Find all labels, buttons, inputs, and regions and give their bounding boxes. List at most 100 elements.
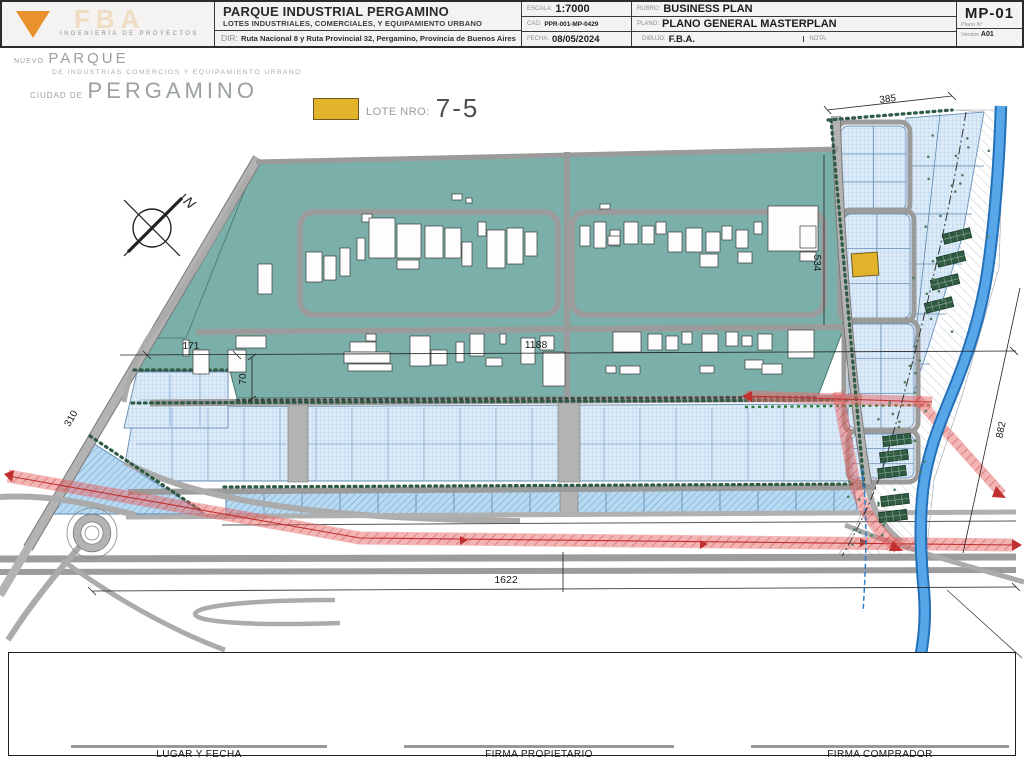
hedge-line	[744, 403, 933, 409]
lot-color-swatch	[313, 98, 359, 120]
lot-legend-label: LOTE NRO:	[366, 106, 430, 118]
building	[361, 213, 373, 223]
lot-division-lines	[136, 374, 845, 513]
building	[593, 221, 607, 249]
version-field: Version A01	[957, 28, 1022, 46]
building	[539, 335, 555, 351]
building	[455, 341, 465, 363]
signature-line	[751, 745, 1009, 748]
building	[623, 221, 639, 245]
building	[542, 351, 566, 387]
dimension-labels: 385 534 1188 171 70 310 882 1622	[63, 93, 1009, 586]
industrial-zone	[136, 148, 844, 399]
building	[235, 335, 267, 349]
signature-caption-place-date: LUGAR Y FECHA	[156, 749, 242, 760]
signature-block: LUGAR Y FECHA FIRMA PROPIETARIO FIRMA CO…	[8, 652, 1016, 760]
rubro-field: RUBRO: BUSINESS PLAN	[632, 2, 956, 17]
building	[737, 251, 753, 264]
tree-grove	[879, 448, 909, 464]
building	[182, 339, 190, 357]
building	[461, 241, 473, 267]
building	[451, 193, 463, 201]
building	[699, 253, 719, 268]
building	[349, 341, 377, 353]
lot-small-block	[123, 371, 229, 429]
plano-field: PLANO: PLANO GENERAL MASTERPLAN	[632, 17, 956, 32]
building-footprints	[182, 193, 819, 387]
building	[799, 251, 817, 262]
cad-field: CAD: PPR-001-MP-0429	[522, 17, 631, 32]
heading-city: PERGAMINO	[87, 78, 258, 103]
building	[757, 333, 773, 351]
north-compass: N	[123, 193, 200, 257]
lot-wedge-west	[49, 439, 207, 515]
tree-grove	[877, 464, 907, 480]
building	[409, 335, 431, 367]
building	[599, 203, 611, 210]
building	[735, 229, 749, 249]
building	[744, 359, 764, 370]
building	[655, 221, 667, 235]
building	[192, 349, 210, 375]
riverside-strip-lot-lines	[886, 165, 984, 415]
tree-grove	[923, 296, 955, 314]
logo-triangle-icon	[16, 10, 50, 38]
building	[705, 231, 721, 253]
boundary-dashdot-line	[841, 111, 967, 557]
building	[799, 225, 817, 249]
project-subtitle: LOTES INDUSTRIALES, COMERCIALES, Y EQUIP…	[223, 19, 483, 28]
building	[520, 337, 536, 365]
building	[607, 235, 621, 246]
building	[701, 333, 719, 353]
dimension-lines	[87, 91, 1021, 596]
heading-parque: PARQUE	[48, 50, 129, 67]
building	[356, 237, 366, 261]
building	[761, 363, 783, 375]
building	[365, 333, 377, 342]
building	[699, 365, 715, 374]
industrial-zone-west-wedge	[147, 171, 253, 339]
building	[612, 331, 642, 353]
project-address: DIR: Ruta Nacional 8 y Ruta Provincial 32…	[215, 30, 521, 46]
date-field: FECHA: 08/05/2024	[527, 33, 600, 45]
tree-grove	[882, 432, 912, 448]
building	[305, 251, 323, 283]
building	[227, 349, 247, 373]
building	[506, 227, 524, 265]
building	[741, 335, 753, 347]
tree-grove	[941, 227, 973, 245]
signature-line	[404, 745, 674, 748]
building	[721, 225, 733, 241]
building	[605, 365, 617, 374]
tree-grove	[929, 273, 961, 291]
building	[469, 333, 485, 357]
lot-band-cross-roads	[287, 402, 581, 516]
tree-grove	[880, 492, 910, 508]
tree-clusters	[877, 227, 973, 524]
building	[343, 351, 391, 364]
scattered-trees	[847, 134, 991, 546]
riverside-lot-strip	[871, 111, 985, 472]
building	[323, 255, 337, 281]
drainage-channel	[861, 467, 867, 613]
dim-385: 385	[879, 93, 897, 106]
dim-1622: 1622	[494, 574, 518, 586]
tree-grove	[878, 508, 908, 524]
heading-subline: DE INDUSTRIAS COMERCIOS Y EQUIPAMIENTO U…	[52, 69, 302, 76]
nota-field: NOTA:	[803, 36, 956, 42]
signature-caption-owner: FIRMA PROPIETARIO	[485, 749, 593, 760]
building	[347, 363, 393, 372]
building	[444, 227, 462, 259]
highlight-lot	[850, 251, 880, 278]
sheet-code: MP-01	[964, 5, 1015, 22]
street-tree-rows	[88, 108, 954, 512]
signature-caption-buyer: FIRMA COMPRADOR	[827, 749, 933, 760]
building	[368, 217, 396, 259]
logo-tagline: INGENIERÍA DE PROYECTOS	[60, 31, 199, 37]
dim-171: 171	[183, 341, 200, 352]
signature-line	[71, 745, 327, 748]
building	[619, 365, 641, 375]
road-network	[0, 115, 1024, 659]
building	[477, 221, 487, 237]
dim-70: 70	[238, 373, 249, 385]
